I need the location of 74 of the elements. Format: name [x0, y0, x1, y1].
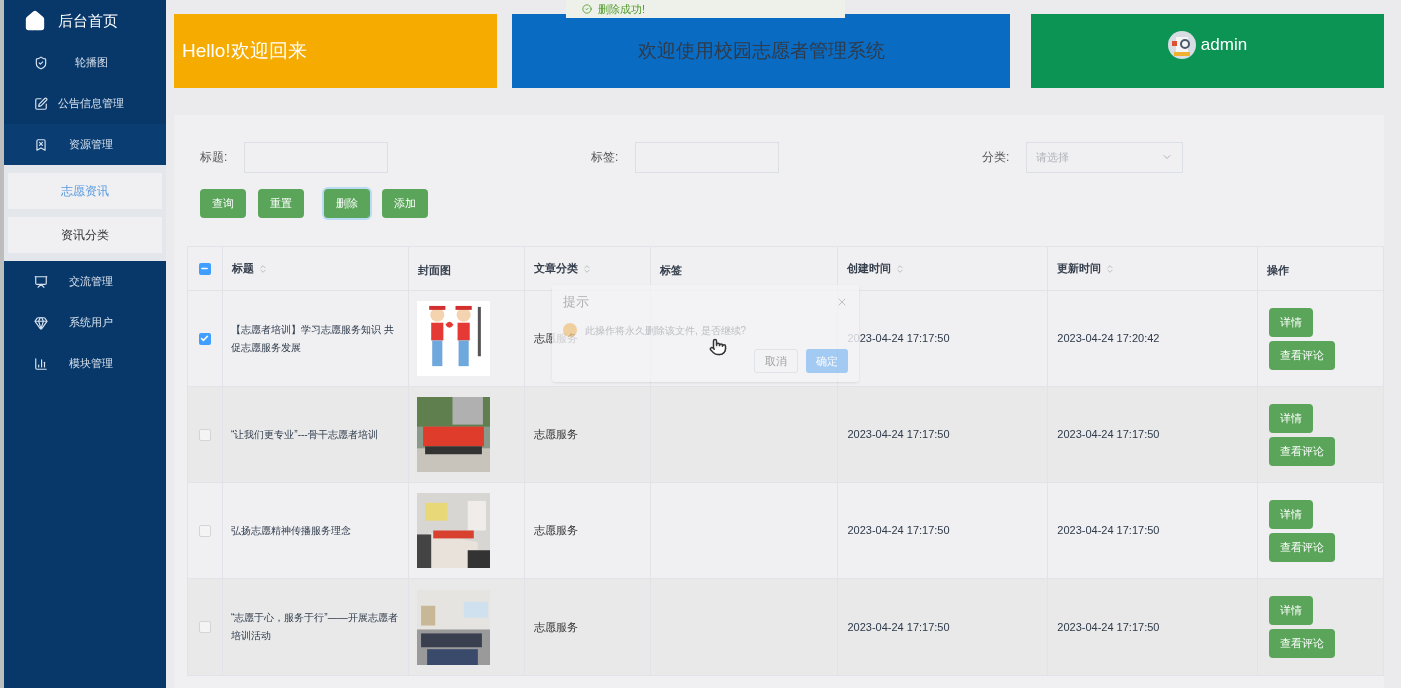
row-action-button[interactable]: 查看评论 — [1269, 340, 1336, 370]
filter-label: 分类: — [982, 149, 1011, 166]
check-icon — [582, 4, 592, 14]
action-button[interactable]: 重置 — [258, 189, 304, 218]
row-checkbox[interactable] — [199, 621, 211, 633]
greeting-banner: Hello!欢迎回来 — [174, 14, 497, 88]
bookmark-icon — [34, 137, 48, 152]
table-cell-text: “让我们更专业”---骨干志愿者培训 — [230, 427, 378, 442]
row-checkbox[interactable] — [199, 524, 211, 537]
title-banner: 欢迎使用校园志愿者管理系统 — [512, 14, 1010, 88]
table-cell-text: 2023-04-24 17:17:50 — [847, 619, 950, 635]
row-action-button[interactable]: 详情 — [1269, 403, 1314, 433]
filter-label: 标题: — [200, 149, 229, 166]
column-header[interactable]: 文章分类 — [533, 260, 578, 277]
row-action-button[interactable]: 查看评论 — [1269, 532, 1336, 562]
select-all-checkbox[interactable] — [199, 262, 211, 275]
check-icon — [200, 334, 210, 343]
table-cell-text: 志愿服务 — [533, 523, 578, 539]
table-cell-text: 2023-04-24 17:17:50 — [847, 427, 950, 443]
column-header: 操作 — [1267, 263, 1290, 279]
table-cell-text: 弘扬志愿精神传播服务理念 — [230, 523, 351, 538]
column-header[interactable]: 更新时间 — [1057, 260, 1102, 277]
action-button[interactable]: 查询 — [200, 189, 246, 218]
sidebar-item[interactable]: 公告信息管理 — [4, 83, 166, 124]
avatar-icon — [1167, 31, 1196, 59]
shield-icon — [34, 55, 48, 70]
row-action-button[interactable]: 详情 — [1269, 596, 1314, 625]
chart-board-icon — [34, 274, 48, 289]
sort-icon[interactable] — [895, 263, 906, 274]
action-button[interactable]: 添加 — [382, 189, 428, 218]
sidebar-item[interactable]: 资源管理 — [4, 124, 166, 165]
table-cell-text: 志愿服务 — [533, 619, 578, 635]
sidebar-item[interactable]: 交流管理 — [4, 261, 166, 302]
sort-icon[interactable] — [257, 263, 268, 274]
sidebar-item[interactable]: 轮播图 — [4, 42, 166, 83]
submenu-item[interactable]: 志愿资讯 — [8, 173, 162, 209]
submenu-item[interactable]: 资讯分类 — [8, 217, 162, 253]
row-action-button[interactable]: 详情 — [1269, 307, 1314, 337]
sort-icon[interactable] — [581, 263, 592, 274]
category-select[interactable]: 请选择 — [1026, 141, 1183, 173]
dialog-button[interactable]: 取消 — [754, 349, 798, 373]
edit-icon — [34, 96, 48, 111]
row-action-button[interactable]: 详情 — [1269, 499, 1314, 529]
home-menu-item[interactable]: 后台首页 — [4, 0, 166, 42]
close-icon[interactable] — [836, 296, 848, 308]
toast: 删除成功! — [566, 0, 845, 18]
table-cell-text: “志愿于心，服务于行”——开展志愿者培训活动 — [230, 611, 399, 643]
sort-icon[interactable] — [1105, 263, 1116, 274]
table-cell-text: 2023-04-24 17:20:42 — [1057, 331, 1160, 347]
username: admin — [1200, 34, 1248, 56]
column-header: 封面图 — [417, 263, 451, 279]
table-cell-text: 2023-04-24 17:17:50 — [1057, 523, 1160, 539]
row-action-button[interactable]: 查看评论 — [1269, 629, 1336, 658]
sidebar-item[interactable]: 系统用户 — [4, 302, 166, 343]
home-icon — [24, 10, 46, 32]
table-cell-text: 【志愿者培训】学习志愿服务知识 共促志愿服务发展 — [230, 322, 395, 355]
dialog-button[interactable]: 确定 — [806, 349, 848, 373]
gem-icon — [34, 315, 48, 330]
dialog-title: 提示 — [563, 293, 589, 312]
bar-chart-icon — [34, 356, 48, 371]
table-cell-text: 2023-04-24 17:17:50 — [847, 523, 950, 539]
column-header: 标签 — [659, 263, 682, 279]
filter-label: 标签: — [591, 149, 620, 166]
sidebar-item[interactable]: 模块管理 — [4, 343, 166, 384]
table-cell-text: 志愿服务 — [533, 427, 578, 443]
column-header[interactable]: 创建时间 — [847, 260, 892, 277]
table-cell-text: 2023-04-24 17:17:50 — [1057, 427, 1160, 443]
table-cell-text: 2023-04-24 17:17:50 — [1057, 619, 1160, 635]
row-checkbox[interactable] — [199, 428, 211, 441]
row-checkbox[interactable] — [199, 332, 211, 345]
hand-cursor-icon — [709, 338, 727, 356]
row-action-button[interactable]: 查看评论 — [1269, 436, 1336, 466]
column-header[interactable]: 标题 — [231, 260, 254, 277]
action-button[interactable]: 删除 — [324, 189, 370, 218]
